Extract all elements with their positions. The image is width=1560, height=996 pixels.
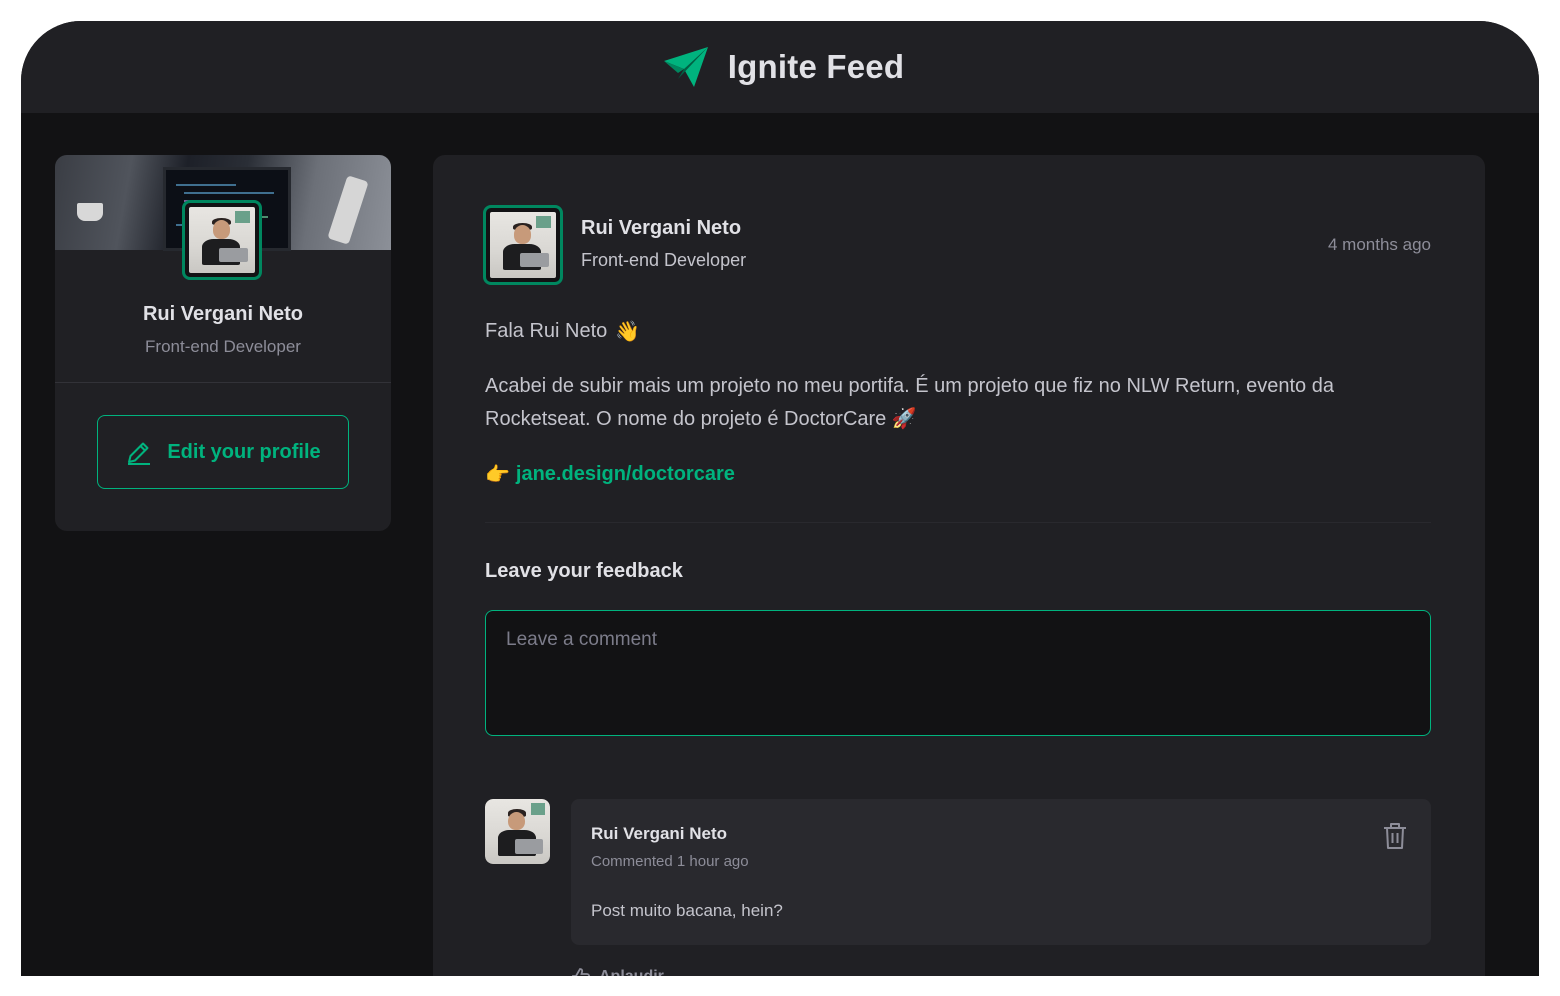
feedback-title: Leave your feedback — [485, 560, 683, 582]
edit-profile-button[interactable]: Edit your profile — [97, 415, 349, 489]
trash-icon — [1384, 823, 1406, 849]
comment-author-avatar[interactable] — [485, 799, 550, 864]
post-author-role: Front-end Developer — [581, 250, 747, 270]
post-link-row: 👉 jane.design/doctorcare — [485, 458, 1435, 491]
pencil-icon — [128, 442, 151, 465]
sidebar-user-name: Rui Vergani Neto — [142, 303, 304, 325]
app-window: Ignite Feed Rui Vergani Neto Front-end D… — [21, 21, 1539, 976]
comment-author-name: Rui Vergani Neto — [591, 824, 728, 843]
post-link[interactable]: jane.design/doctorcare — [516, 458, 735, 491]
post-content: Fala Rui Neto 👋 Acabei de subir mais um … — [485, 315, 1435, 491]
post-divider — [485, 522, 1431, 523]
thumbs-up-icon — [572, 968, 591, 976]
paper-plane-logo-icon — [663, 47, 708, 87]
post-body: Acabei de subir mais um projeto no meu p… — [485, 370, 1435, 436]
pointing-hand-icon: 👉 — [485, 463, 510, 486]
app-header: Ignite Feed — [21, 21, 1539, 113]
comment-card: Rui Vergani Neto Commented 1 hour ago Po… — [571, 799, 1431, 945]
applaud-button[interactable]: Aplaudir — [571, 967, 664, 976]
comment-text: Post muito bacana, hein? — [591, 901, 783, 920]
logo: Ignite Feed — [663, 47, 905, 87]
rocket-icon: 🚀 — [891, 408, 917, 430]
sidebar-user-role: Front-end Developer — [145, 337, 301, 356]
waving-hand-icon: 👋 — [615, 320, 641, 343]
sidebar-avatar[interactable] — [182, 200, 262, 280]
post-author-name: Rui Vergani Neto — [581, 217, 742, 239]
post-card: Rui Vergani Neto Front-end Developer 4 m… — [433, 155, 1485, 976]
delete-comment-button[interactable] — [1381, 821, 1409, 851]
comment-time: Commented 1 hour ago — [591, 853, 749, 870]
app-title: Ignite Feed — [727, 48, 905, 85]
applaud-label: Aplaudir — [599, 968, 664, 976]
edit-profile-label: Edit your profile — [167, 440, 321, 463]
sidebar-divider — [55, 382, 391, 383]
profile-sidebar: Rui Vergani Neto Front-end Developer Edi… — [55, 155, 391, 531]
post-greeting: Fala Rui Neto 👋 — [485, 315, 1435, 348]
post-published-time: 4 months ago — [1327, 235, 1431, 254]
post-greeting-text: Fala Rui Neto — [485, 320, 608, 342]
comment-input[interactable] — [485, 610, 1431, 736]
post-author-avatar[interactable] — [483, 205, 563, 285]
